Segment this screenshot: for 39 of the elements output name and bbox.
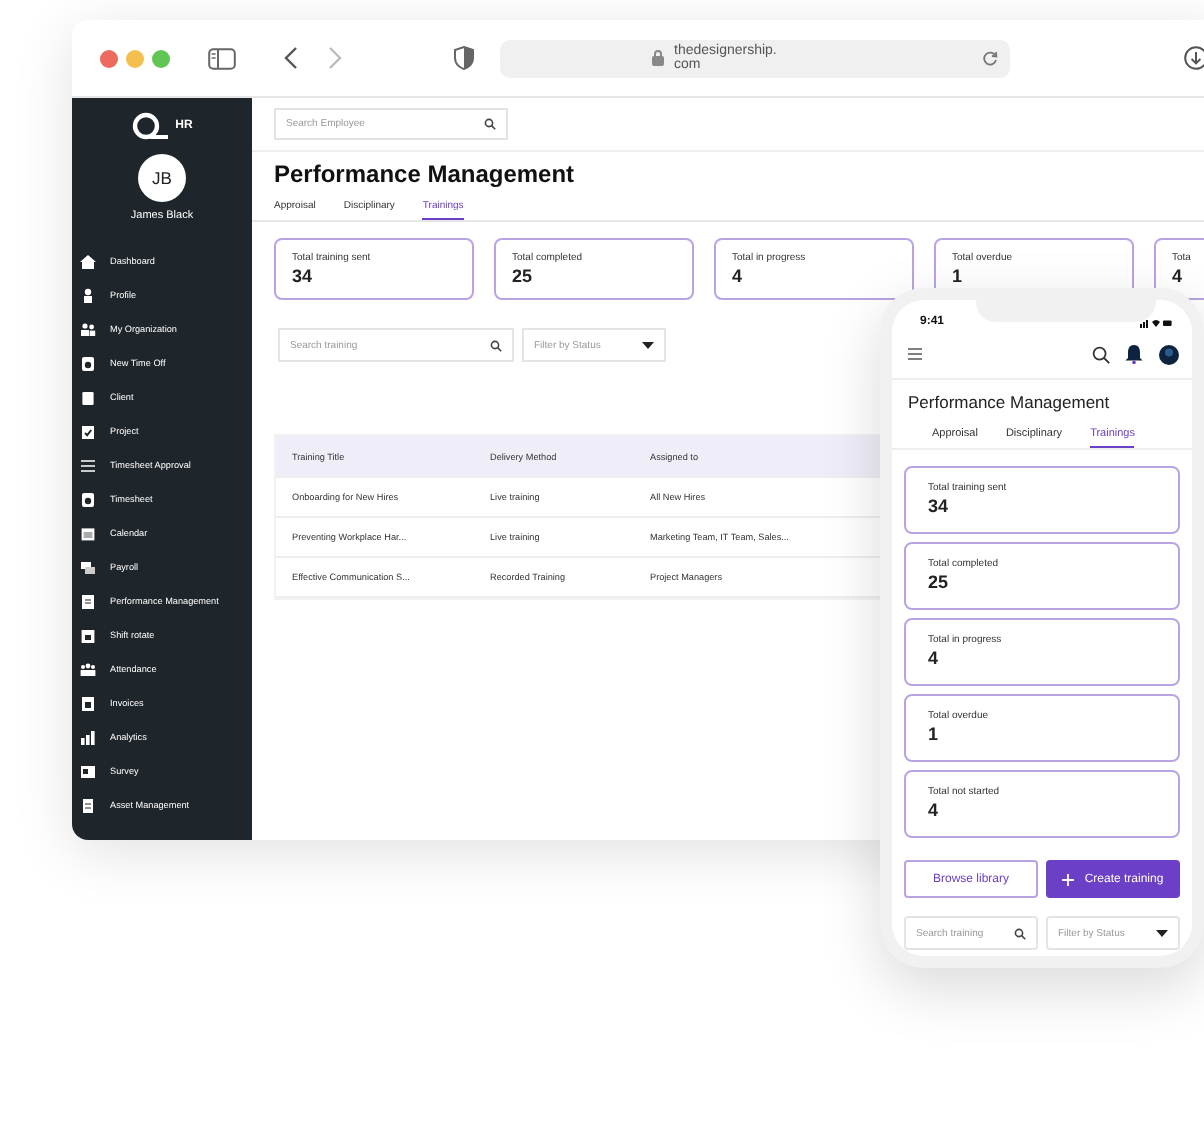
clipboard-icon [80, 389, 96, 405]
reload-icon[interactable] [982, 50, 998, 66]
search-icon [484, 118, 496, 130]
search-icon[interactable] [1092, 345, 1110, 363]
lock-icon [652, 50, 664, 66]
stat-value: 25 [512, 266, 535, 286]
plus-icon [1062, 873, 1075, 885]
page-title: Performance Management [274, 160, 577, 188]
list-icon [80, 457, 96, 473]
checklist-icon [80, 423, 96, 439]
bar-chart-icon [80, 729, 96, 745]
stat-value: 34 [292, 266, 315, 286]
menu-icon[interactable] [908, 348, 922, 360]
search-icon [490, 339, 502, 351]
back-icon[interactable] [284, 46, 298, 70]
stat-value: 4 [928, 800, 941, 820]
page-title: Performance Management [908, 392, 1112, 412]
stat-value: 1 [952, 266, 965, 286]
group-icon [80, 661, 96, 677]
stat-value: 1 [928, 724, 941, 744]
stat-value: 4 [732, 266, 745, 286]
stat-value: 4 [928, 648, 941, 668]
stat-value: 25 [928, 572, 951, 592]
person-icon [80, 287, 96, 303]
stat-value: 4 [1172, 266, 1185, 286]
user-avatar: JB [138, 154, 186, 202]
logo-icon [131, 112, 172, 140]
people-icon [80, 321, 96, 337]
avatar-icon[interactable] [1158, 343, 1180, 365]
search-icon [1014, 927, 1026, 939]
bell-icon[interactable] [1124, 344, 1144, 364]
caret-icon [1156, 929, 1168, 937]
sidebar-toggle-icon[interactable] [208, 47, 236, 69]
caret-icon [642, 341, 654, 349]
download-icon[interactable] [1184, 46, 1204, 70]
home-icon [80, 253, 96, 269]
status-icons [1140, 317, 1172, 327]
shield-icon[interactable] [454, 46, 474, 70]
stat-value: 34 [928, 496, 951, 516]
